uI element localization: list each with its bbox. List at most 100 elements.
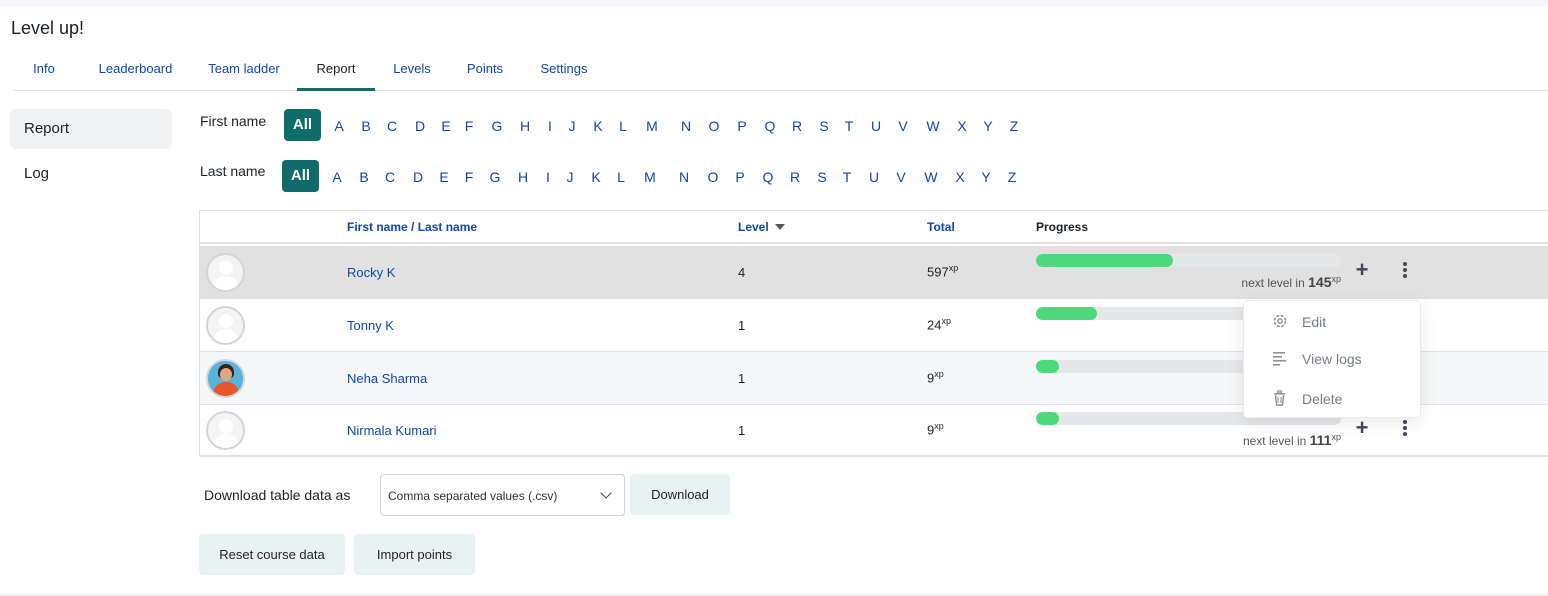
menu-item-view-logs[interactable]: View logs [1244,340,1420,376]
first-name-letter-h[interactable]: H [520,109,530,143]
tab-team-ladder[interactable]: Team ladder [194,52,294,91]
total-value: 24 [927,317,942,333]
first-name-letter-f[interactable]: F [465,109,474,143]
last-name-letter-s[interactable]: S [817,160,826,194]
last-name-letter-m[interactable]: M [644,160,656,194]
last-name-letter-y[interactable]: Y [981,160,990,194]
last-name-letter-r[interactable]: R [790,160,800,194]
last-name-letter-f[interactable]: F [465,160,474,194]
xp-unit: xp [1331,432,1341,442]
user-name-link[interactable]: Neha Sharma [347,371,427,386]
sidebar-item-log[interactable]: Log [10,154,172,194]
first-name-letter-z[interactable]: Z [1010,109,1019,143]
last-name-letter-d[interactable]: D [413,160,423,194]
xp-unit: xp [941,316,951,326]
progress-fill [1036,307,1097,320]
last-name-letter-a[interactable]: A [332,160,341,194]
first-name-all-button[interactable]: All [284,109,321,141]
user-level: 1 [738,423,746,438]
next-level-prefix: next level in [1241,276,1305,290]
user-level: 4 [738,265,746,280]
first-name-letter-x[interactable]: X [957,109,966,143]
avatar-head [219,314,233,328]
user-name-link[interactable]: Rocky K [347,265,395,280]
first-name-letter-e[interactable]: E [441,109,450,143]
tab-bar: Info Leaderboard Team ladder Report Leve… [14,52,1548,91]
user-name-link[interactable]: Tonny K [347,318,394,333]
more-actions-icon[interactable] [1400,261,1410,281]
first-name-letter-n[interactable]: N [681,109,691,143]
sidebar-item-report[interactable]: Report [10,109,172,149]
first-name-letter-c[interactable]: C [387,109,397,143]
tab-report[interactable]: Report [297,52,375,91]
first-name-letter-p[interactable]: P [737,109,746,143]
tab-info[interactable]: Info [14,52,74,91]
user-name-link[interactable]: Nirmala Kumari [347,423,437,438]
last-name-letter-h[interactable]: H [518,160,528,194]
first-name-letter-m[interactable]: M [646,109,658,143]
last-name-letter-b[interactable]: B [359,160,368,194]
user-total-xp: 9xp [927,421,944,437]
tab-settings[interactable]: Settings [528,52,600,91]
last-name-letter-o[interactable]: O [708,160,719,194]
first-name-letter-r[interactable]: R [792,109,802,143]
last-name-letter-c[interactable]: C [385,160,395,194]
last-name-letter-w[interactable]: W [924,160,937,194]
last-name-letter-g[interactable]: G [490,160,501,194]
header-total[interactable]: Total [927,220,955,234]
first-name-letter-t[interactable]: T [845,109,854,143]
first-name-letter-v[interactable]: V [898,109,907,143]
menu-item-edit-label: Edit [1302,314,1327,330]
last-name-letter-q[interactable]: Q [763,160,774,194]
first-name-letter-l[interactable]: L [619,109,627,143]
first-name-letter-j[interactable]: J [569,109,576,143]
more-actions-icon[interactable] [1400,419,1410,439]
first-name-letter-i[interactable]: I [548,109,552,143]
page-title: Level up! [11,18,85,38]
header-name[interactable]: First name / Last name [347,220,477,234]
download-button[interactable]: Download [630,474,730,515]
reset-course-data-button[interactable]: Reset course data [199,534,345,575]
first-name-letter-s[interactable]: S [819,109,828,143]
add-points-button[interactable]: + [1353,259,1371,282]
avatar-head [219,419,233,433]
header-level-label: Level [738,220,769,234]
last-name-letter-i[interactable]: I [546,160,550,194]
row-actions-menu: Edit View logs Delete [1243,300,1421,418]
tab-leaderboard[interactable]: Leaderboard [80,52,191,91]
top-strip [0,0,1548,6]
last-name-letter-u[interactable]: U [869,160,879,194]
first-name-letter-a[interactable]: A [334,109,343,143]
header-level[interactable]: Level [738,220,785,234]
first-name-letter-d[interactable]: D [415,109,425,143]
last-name-letter-t[interactable]: T [843,160,852,194]
last-name-letter-k[interactable]: K [591,160,600,194]
last-name-all-button[interactable]: All [282,160,319,192]
last-name-letter-z[interactable]: Z [1008,160,1017,194]
first-name-letter-b[interactable]: B [361,109,370,143]
last-name-letter-x[interactable]: X [955,160,964,194]
first-name-letter-w[interactable]: W [926,109,939,143]
import-points-button[interactable]: Import points [354,534,475,575]
last-name-letter-v[interactable]: V [896,160,905,194]
first-name-letter-u[interactable]: U [871,109,881,143]
download-format-select[interactable]: Comma separated values (.csv) [380,474,625,516]
avatar [206,411,245,450]
first-name-letter-o[interactable]: O [709,109,720,143]
add-points-button[interactable]: + [1353,417,1371,440]
first-name-letter-y[interactable]: Y [983,109,992,143]
last-name-letter-p[interactable]: P [735,160,744,194]
tab-points[interactable]: Points [450,52,520,91]
first-name-letter-q[interactable]: Q [765,109,776,143]
last-name-letter-l[interactable]: L [617,160,625,194]
first-name-letter-k[interactable]: K [593,109,602,143]
first-name-letter-g[interactable]: G [492,109,503,143]
tab-levels[interactable]: Levels [382,52,442,91]
avatar [206,359,245,398]
menu-item-edit[interactable]: Edit [1244,303,1420,339]
last-name-letter-e[interactable]: E [439,160,448,194]
kebab-dot [1403,432,1407,436]
menu-item-delete[interactable]: Delete [1244,380,1420,416]
last-name-letter-j[interactable]: J [567,160,574,194]
last-name-letter-n[interactable]: N [679,160,689,194]
